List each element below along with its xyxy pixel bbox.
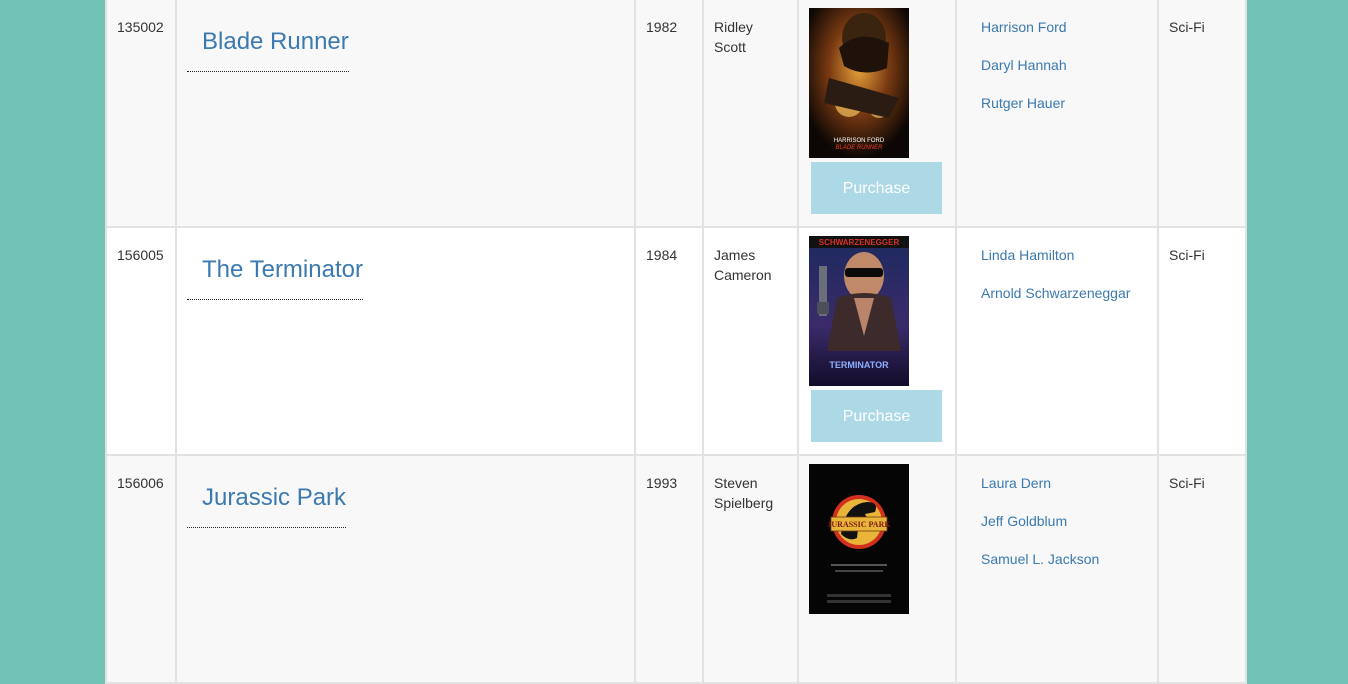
cast-cell: Harrison Ford Daryl Hannah Rutger Hauer <box>955 0 1159 228</box>
jurassic-park-poster: JURASSIC PARK <box>809 464 909 614</box>
movie-director: Ridley Scott <box>704 0 797 57</box>
movie-year: 1984 <box>646 247 678 263</box>
movie-id: 156005 <box>117 247 164 263</box>
movie-title-link[interactable]: The Terminator <box>187 256 363 300</box>
movie-id: 135002 <box>117 19 164 35</box>
poster-caption: SCHWARZENEGGER <box>819 238 900 247</box>
title-cell: Jurassic Park <box>175 454 636 684</box>
table-row: 156005 The Terminator 1984 James Cameron <box>105 226 1247 456</box>
poster-caption: JURASSIC PARK <box>827 520 891 529</box>
cover-cell: JURASSIC PARK <box>797 454 957 684</box>
movies-table: 135002 Blade Runner 1982 Ridley Scott HA… <box>105 0 1247 684</box>
director-last-name: Scott <box>714 39 746 55</box>
cover-cell: HARRISON FORD BLADE RUNNER Purchase <box>797 0 957 228</box>
cast-member-link[interactable]: Jeff Goldblum <box>981 512 1157 550</box>
cast-list: Laura Dern Jeff Goldblum Samuel L. Jacks… <box>957 456 1157 588</box>
genre-cell: Sci-Fi <box>1157 454 1247 684</box>
director-first-name: Steven <box>714 475 758 491</box>
cover-cell: SCHWARZENEGGER TERMINATOR Purchase <box>797 226 957 456</box>
movie-title-link[interactable]: Jurassic Park <box>187 484 347 528</box>
movie-year: 1982 <box>646 19 678 35</box>
table-row: 135002 Blade Runner 1982 Ridley Scott HA… <box>105 0 1247 228</box>
purchase-button[interactable]: Purchase <box>811 162 942 214</box>
movie-director: Steven Spielberg <box>704 456 797 513</box>
table-row: 156006 Jurassic Park 1993 Steven Spielbe… <box>105 454 1247 684</box>
blade-runner-poster: HARRISON FORD BLADE RUNNER <box>809 8 909 158</box>
director-cell: Steven Spielberg <box>702 454 799 684</box>
genre-cell: Sci-Fi <box>1157 0 1247 228</box>
id-cell: 156006 <box>105 454 177 684</box>
poster-caption: HARRISON FORD <box>834 138 885 144</box>
poster-subtitle: TERMINATOR <box>829 360 889 370</box>
terminator-poster: SCHWARZENEGGER TERMINATOR <box>809 236 909 386</box>
cast-member-link[interactable]: Samuel L. Jackson <box>981 550 1157 588</box>
movie-genre: Sci-Fi <box>1169 247 1205 263</box>
cast-cell: Linda Hamilton Arnold Schwarzeneggar <box>955 226 1159 456</box>
movie-year: 1993 <box>646 475 678 491</box>
purchase-button[interactable]: Purchase <box>811 390 942 442</box>
year-cell: 1982 <box>634 0 704 228</box>
director-first-name: Ridley <box>714 19 753 35</box>
director-last-name: Spielberg <box>714 495 774 511</box>
id-cell: 135002 <box>105 0 177 228</box>
director-first-name: James <box>714 247 756 263</box>
title-cell: Blade Runner <box>175 0 636 228</box>
director-cell: Ridley Scott <box>702 0 799 228</box>
id-cell: 156005 <box>105 226 177 456</box>
movie-genre: Sci-Fi <box>1169 19 1205 35</box>
cast-member-link[interactable]: Daryl Hannah <box>981 56 1157 94</box>
cast-member-link[interactable]: Laura Dern <box>981 474 1157 512</box>
director-cell: James Cameron <box>702 226 799 456</box>
cast-member-link[interactable]: Harrison Ford <box>981 18 1157 56</box>
cast-member-link[interactable]: Rutger Hauer <box>981 94 1157 132</box>
cast-member-link[interactable]: Linda Hamilton <box>981 246 1157 284</box>
year-cell: 1993 <box>634 454 704 684</box>
movie-title-link[interactable]: Blade Runner <box>187 28 349 72</box>
genre-cell: Sci-Fi <box>1157 226 1247 456</box>
cast-member-link[interactable]: Arnold Schwarzeneggar <box>981 284 1157 322</box>
cast-cell: Laura Dern Jeff Goldblum Samuel L. Jacks… <box>955 454 1159 684</box>
cast-list: Linda Hamilton Arnold Schwarzeneggar <box>957 228 1157 322</box>
year-cell: 1984 <box>634 226 704 456</box>
cast-list: Harrison Ford Daryl Hannah Rutger Hauer <box>957 0 1157 132</box>
movie-id: 156006 <box>117 475 164 491</box>
director-last-name: Cameron <box>714 267 772 283</box>
poster-subtitle: BLADE RUNNER <box>835 145 883 151</box>
movie-genre: Sci-Fi <box>1169 475 1205 491</box>
movie-director: James Cameron <box>704 228 797 285</box>
title-cell: The Terminator <box>175 226 636 456</box>
